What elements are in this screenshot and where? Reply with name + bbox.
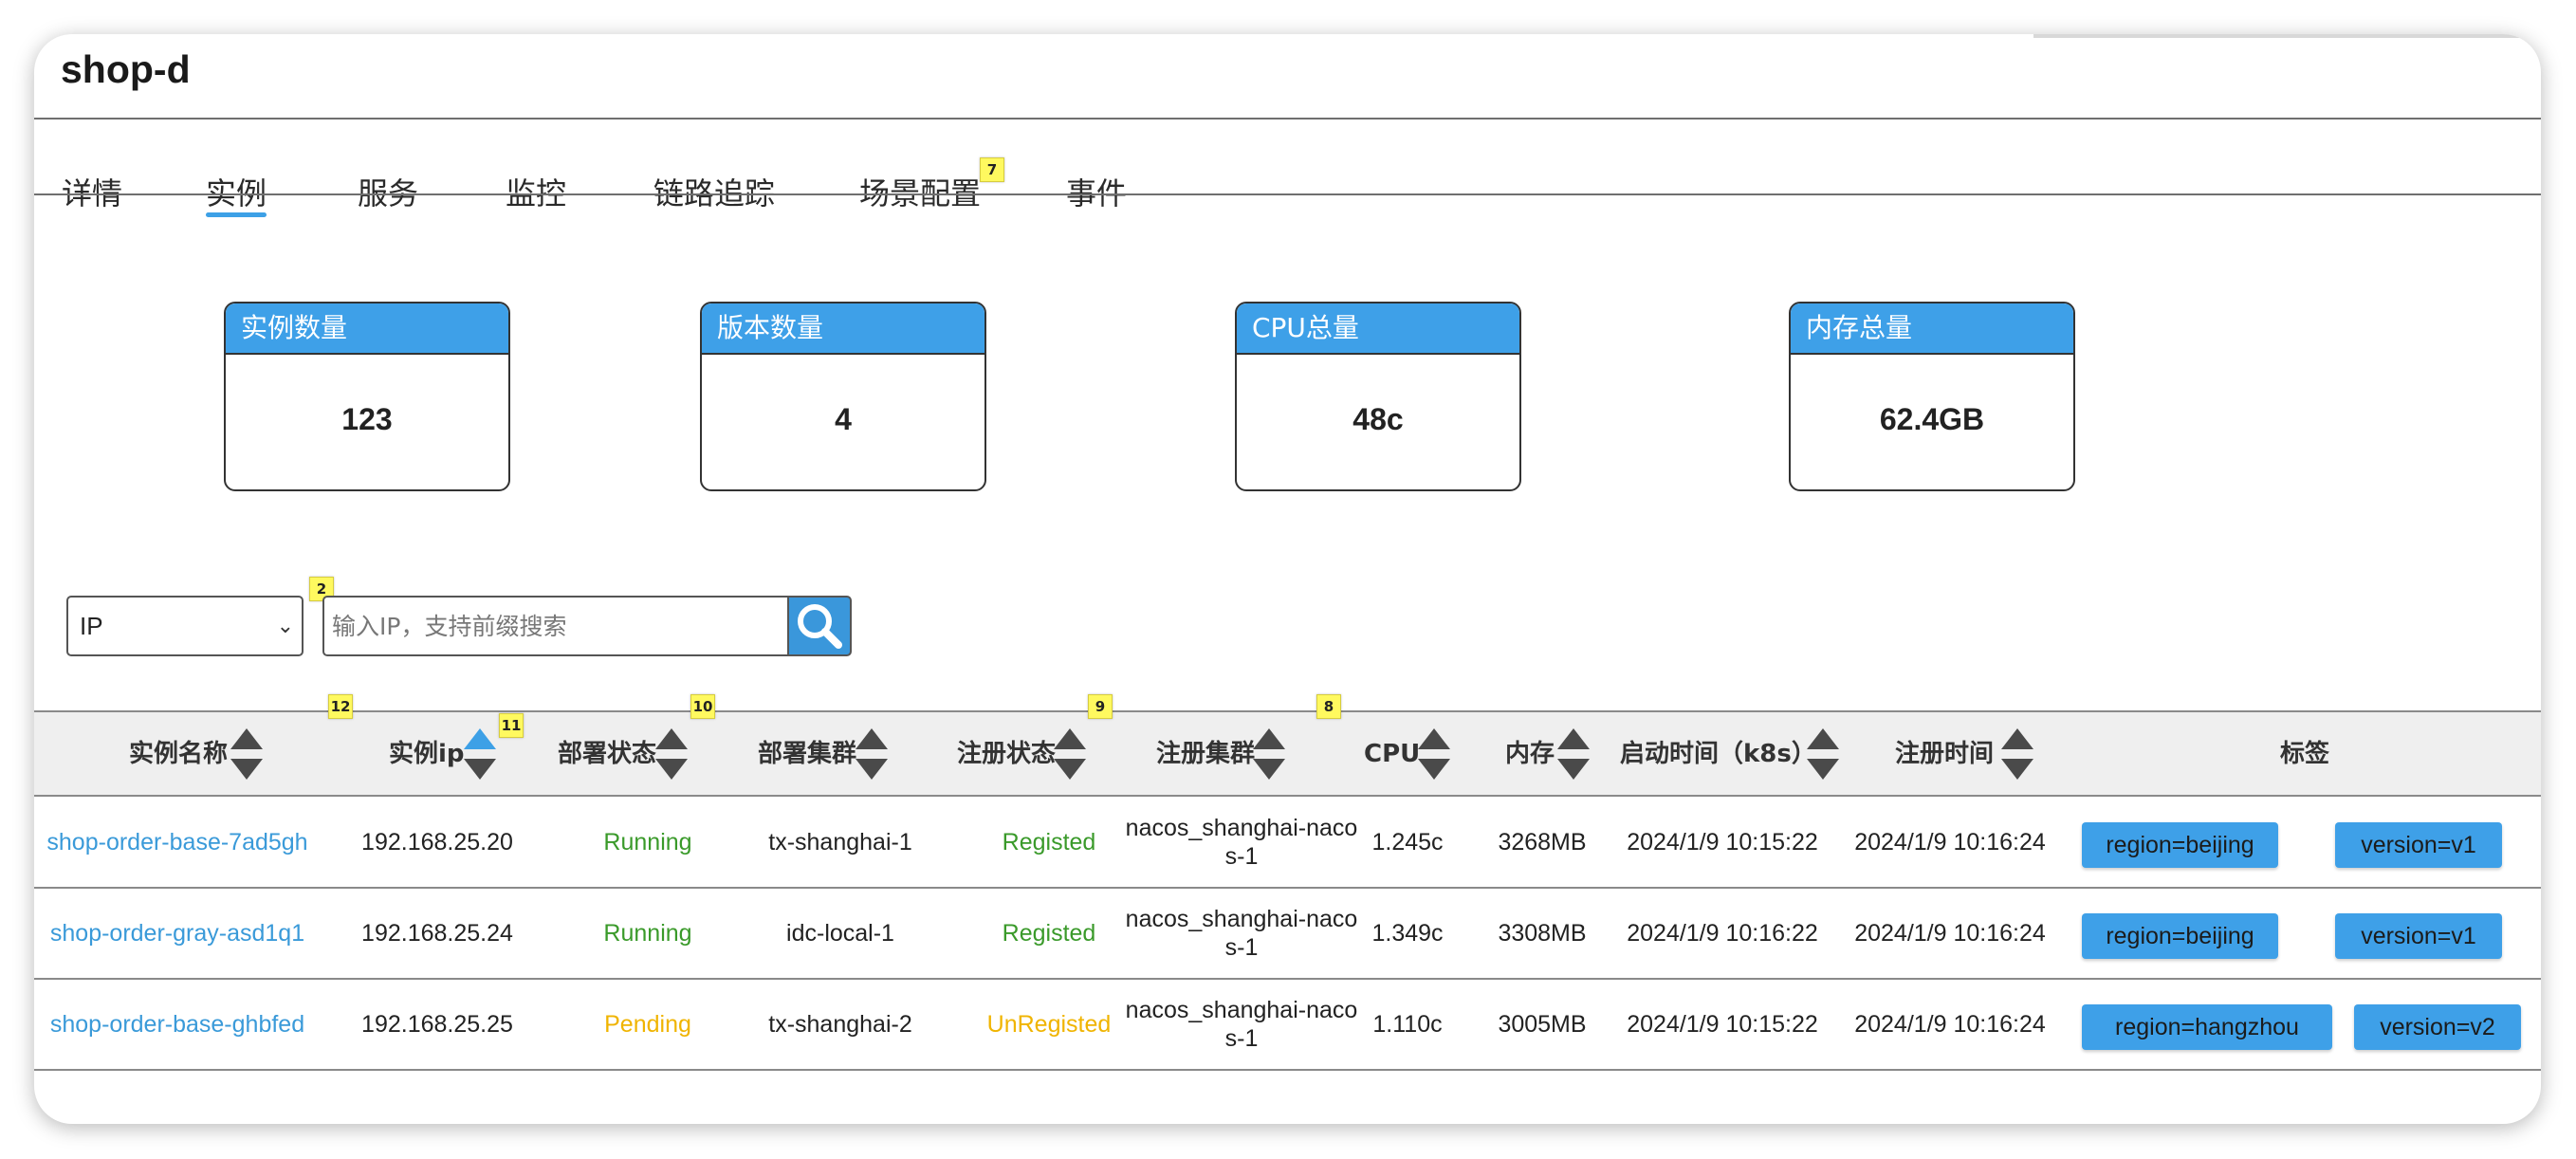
col-header-reg-cluster: 注册集群 (1156, 740, 1256, 768)
stat-label: 版本数量 (702, 304, 984, 355)
cpu-value: 1.110c (1372, 1011, 1443, 1038)
col-header-deploy-status: 部署状态 (558, 740, 657, 768)
tag-chip[interactable]: version=v1 (2335, 913, 2502, 959)
deploy-status: Running (603, 920, 692, 947)
page-title: shop-d (61, 47, 191, 91)
stat-value: 48c (1352, 402, 1404, 436)
sort-icon[interactable] (1418, 728, 1450, 780)
tag-chip[interactable]: version=v2 (2354, 1004, 2521, 1050)
divider (34, 193, 2541, 195)
divider (34, 1069, 2541, 1071)
tab-bar: 详情 实例 服务 监控 链路追踪 场景配置 7 事件 (34, 118, 2541, 217)
col-header-name: 实例名称 (129, 740, 229, 768)
instance-ip: 192.168.25.20 (361, 829, 513, 855)
stat-card-memory: 内存总量 62.4GB (1789, 302, 2075, 491)
sort-icon[interactable] (1253, 728, 1285, 780)
instance-name-link[interactable]: shop-order-base-ghbfed (34, 979, 321, 1070)
stat-label: CPU总量 (1237, 304, 1519, 355)
sort-icon[interactable] (1807, 728, 1839, 780)
stat-value: 4 (835, 402, 852, 436)
cpu-value: 1.349c (1371, 920, 1444, 947)
annotation-badge: 8 (1316, 694, 1341, 719)
sort-icon[interactable] (464, 728, 496, 780)
mem-value: 3268MB (1498, 829, 1587, 855)
tag-chip[interactable]: region=hangzhou (2082, 1004, 2332, 1050)
reg-time: 2024/1/9 10:16:24 (1854, 920, 2046, 947)
annotation-badge: 7 (980, 157, 1004, 182)
reg-time: 2024/1/9 10:16:24 (1854, 829, 2046, 855)
table-row: shop-order-base-7ad5gh 192.168.25.20 Run… (34, 797, 2541, 888)
table-row: shop-order-gray-asd1q1 192.168.25.24 Run… (34, 888, 2541, 979)
reg-cluster: nacos_shanghai-nacos-1 (1125, 997, 1358, 1052)
annotation-badge: 9 (1088, 694, 1113, 719)
stat-card-versions: 版本数量 4 (700, 302, 986, 491)
search-button[interactable] (787, 596, 852, 656)
deploy-status: Running (603, 829, 692, 855)
col-header-deploy-cluster: 部署集群 (758, 740, 857, 768)
tag-chip[interactable]: region=beijing (2082, 913, 2278, 959)
annotation-badge: 12 (328, 694, 353, 719)
sort-icon[interactable] (1054, 728, 1086, 780)
cpu-value: 1.245c (1371, 829, 1444, 855)
deploy-cluster: tx-shanghai-2 (768, 1011, 912, 1038)
tag-chip[interactable]: region=beijing (2082, 822, 2278, 868)
col-header-cpu: CPU (1364, 740, 1421, 768)
ip-search-input[interactable] (322, 596, 787, 656)
col-header-reg-time: 注册时间 (1895, 740, 1995, 768)
window-top-shade (2033, 34, 2541, 38)
start-time: 2024/1/9 10:15:22 (1627, 1011, 1818, 1038)
reg-cluster: nacos_shanghai-nacos-1 (1125, 815, 1358, 870)
mem-value: 3308MB (1498, 920, 1587, 947)
instance-ip: 192.168.25.25 (361, 1011, 513, 1038)
stat-label: 内存总量 (1791, 304, 2073, 355)
search-icon (798, 604, 842, 649)
start-time: 2024/1/9 10:16:22 (1627, 920, 1818, 947)
col-header-reg-status: 注册状态 (957, 740, 1057, 768)
reg-cluster: nacos_shanghai-nacos-1 (1125, 906, 1358, 961)
annotation-badge: 11 (499, 713, 524, 738)
sort-icon[interactable] (1557, 728, 1590, 780)
mem-value: 3005MB (1498, 1011, 1587, 1038)
tag-chip[interactable]: version=v1 (2335, 822, 2502, 868)
col-header-mem: 内存 (1505, 740, 1555, 768)
instance-ip: 192.168.25.24 (361, 920, 513, 947)
stat-card-instances: 实例数量 123 (224, 302, 510, 491)
sort-icon[interactable] (856, 728, 888, 780)
instance-name-link[interactable]: shop-order-base-7ad5gh (34, 797, 321, 888)
deploy-cluster: idc-local-1 (786, 920, 894, 947)
stat-card-cpu: CPU总量 48c (1235, 302, 1521, 491)
start-time: 2024/1/9 10:15:22 (1627, 829, 1818, 855)
chevron-down-icon: ⌄ (276, 614, 294, 637)
filter-field-select[interactable]: IP ⌄ (66, 596, 304, 656)
annotation-badge: 10 (690, 694, 715, 719)
col-header-start-time: 启动时间（k8s） (1620, 740, 1816, 768)
col-header-tags: 标签 (2280, 740, 2330, 768)
stat-label: 实例数量 (226, 304, 508, 355)
col-header-ip: 实例ip (389, 740, 465, 768)
stat-value: 62.4GB (1879, 402, 1985, 436)
instance-name-link[interactable]: shop-order-gray-asd1q1 (34, 888, 321, 979)
sort-icon[interactable] (655, 728, 688, 780)
table-row: shop-order-base-ghbfed 192.168.25.25 Pen… (34, 979, 2541, 1070)
deploy-cluster: tx-shanghai-1 (768, 829, 912, 855)
app-window: shop-d 详情 实例 服务 监控 链路追踪 场景配置 7 事件 实例数量 1… (34, 34, 2541, 1124)
stat-value: 123 (341, 402, 393, 436)
select-value: IP (80, 612, 103, 640)
deploy-status: Pending (604, 1011, 691, 1038)
table-header: 实例名称 实例ip 部署状态 部署集群 注册状态 注册集群 CPU 内存 启动时… (34, 712, 2541, 796)
sort-icon[interactable] (230, 728, 263, 780)
reg-time: 2024/1/9 10:16:24 (1854, 1011, 2046, 1038)
sort-icon[interactable] (2001, 728, 2033, 780)
